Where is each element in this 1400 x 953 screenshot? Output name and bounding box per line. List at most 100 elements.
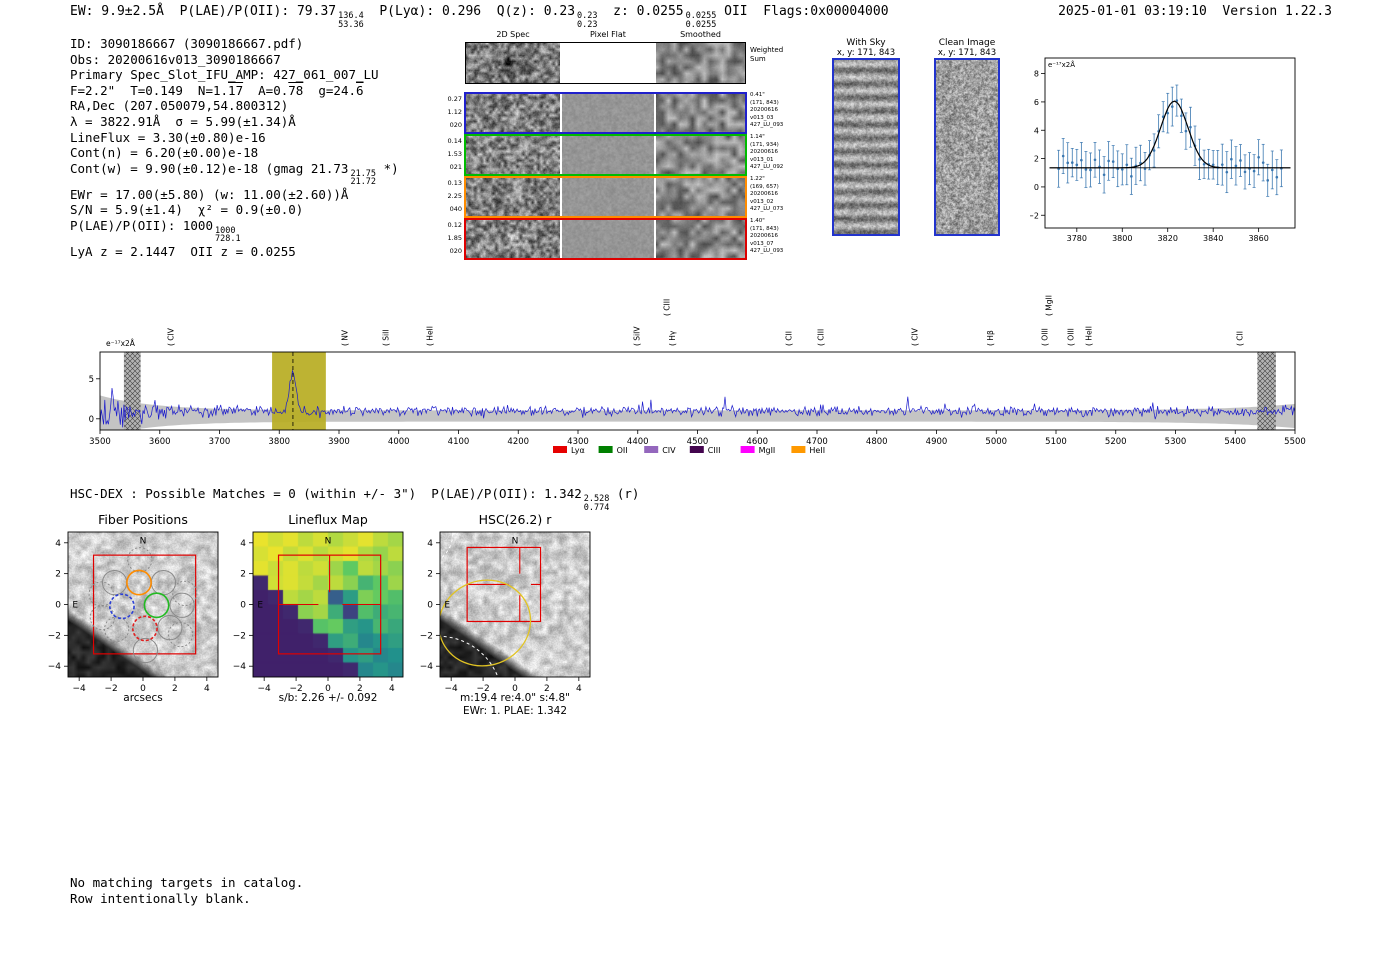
hsc-cutout-image xyxy=(440,532,590,677)
spec2d-row-left-labels: 0.13 2.25 040 xyxy=(438,177,462,215)
y-tick-label: 4 xyxy=(1034,126,1039,135)
spec2d-image xyxy=(562,220,654,258)
with-sky-frame xyxy=(832,58,900,236)
y-tick-label: 6 xyxy=(1034,98,1039,107)
x-tick-label: 3820 xyxy=(1158,234,1178,243)
spec2d-image xyxy=(656,178,745,216)
data-point xyxy=(1152,149,1156,152)
data-point xyxy=(1189,125,1192,129)
emission-line-label: ( MgII xyxy=(1044,295,1053,316)
spec2d-image xyxy=(466,178,560,216)
left-label-value: 1.53 xyxy=(447,149,462,158)
spec2d-image xyxy=(656,220,745,258)
data-point xyxy=(1234,164,1238,168)
y-tick-label: 2 xyxy=(427,570,433,580)
hsc-cutout-xlabel2: EWr: 1. PLAE: 1.342 xyxy=(462,705,568,717)
fraction-bottom: 0.774 xyxy=(583,502,610,513)
spectrum-plot-area xyxy=(100,352,1295,430)
spec2d-image xyxy=(656,136,745,174)
y-axis-label: e⁻¹⁷x2Å xyxy=(1048,60,1075,69)
y-tick-label: 2 xyxy=(55,570,61,580)
spec2d-row xyxy=(464,176,747,218)
data-point xyxy=(1275,175,1279,179)
hsc-matches-line: HSC-DEX : Possible Matches = 0 (within +… xyxy=(70,486,639,512)
fit-plot-area xyxy=(1049,84,1291,197)
info-line: λ = 3822.91Å σ = 5.99(±1.34)Å xyxy=(70,114,399,130)
emission-line-label: ( OIII xyxy=(1041,328,1050,346)
emission-line-label: ( CIV xyxy=(167,327,176,346)
spec2d-image xyxy=(466,94,560,132)
x-tick-label: 5300 xyxy=(1165,437,1187,447)
hsc-cutout-title: HSC(26.2) r xyxy=(478,512,552,527)
right-label-value: (171, 934) xyxy=(750,141,779,148)
clean-image-image xyxy=(936,60,998,234)
data-point xyxy=(1084,168,1088,171)
fraction-stack: 2.528 0.774 xyxy=(584,495,610,512)
x-tick-label: 3600 xyxy=(149,437,171,447)
info-line: LyA z = 2.1447 OII z = 0.0255 xyxy=(70,244,399,260)
y-tick-label: 0 xyxy=(1034,183,1039,192)
legend-swatch xyxy=(689,446,704,453)
lineflux-map-title: Lineflux Map xyxy=(288,512,368,527)
data-point xyxy=(1125,163,1129,167)
footer-line: No matching targets in catalog. xyxy=(70,875,304,890)
data-point xyxy=(1120,168,1124,171)
y-tick-label: 2 xyxy=(1034,155,1039,164)
info-line: Primary Spec_Slot_IFU_AMP: 427_061_007_L… xyxy=(70,67,399,83)
data-point xyxy=(1093,158,1097,162)
spec2d-col-header: Pixel Flat xyxy=(590,30,626,39)
text-segment: EW: 9.9±2.5Å P(LAE)/P(OII): 79.37 xyxy=(70,4,337,19)
legend-swatch xyxy=(740,446,755,453)
x-tick-label: 3800 xyxy=(268,437,290,447)
text-segment: Obs: 20200616v013_3090186667 xyxy=(70,51,281,67)
spec2d-row-right-labels: 1.22" (169, 657) 20200616 v013_02 427_LU_073 xyxy=(750,176,798,214)
emission-line-label: ( SiIV xyxy=(633,326,642,346)
emission-line-label: ( Hγ xyxy=(668,330,677,346)
clean-image-title: Clean Image xyxy=(938,38,996,48)
spec2d-image xyxy=(655,43,745,83)
y-tick-label: 4 xyxy=(240,539,246,549)
left-label-value: 1.85 xyxy=(447,233,462,242)
weighted-sum-line: Sum xyxy=(750,54,766,63)
spec2d-row-left-labels: 0.14 1.53 021 xyxy=(438,135,462,173)
emission-line-label: ( CIII xyxy=(817,329,826,346)
legend-swatch xyxy=(791,446,806,453)
data-point xyxy=(1107,159,1110,163)
right-label-value: 20200616 xyxy=(750,233,778,240)
spec2d-image xyxy=(466,220,560,258)
text-segment: 17 xyxy=(228,82,244,98)
spec2d-row xyxy=(464,92,747,134)
data-point xyxy=(1184,129,1188,133)
text-segment: z: 0.0255 xyxy=(597,4,684,19)
emission-line-label: ( CII xyxy=(1236,331,1245,346)
with-sky-image xyxy=(834,60,898,234)
footer-line: Row intentionally blank. xyxy=(70,890,251,906)
x-tick-label: 4400 xyxy=(627,437,649,447)
text-segment: P(Lyα): 0.296 Q(z): 0.23 xyxy=(363,4,576,19)
fiber-positions-xlabel: arcsecs xyxy=(123,692,163,704)
right-label-value: 20200616 xyxy=(750,149,778,156)
highlight-band xyxy=(272,352,326,430)
right-label-value: 427_LU_073 xyxy=(750,206,784,213)
right-label-value: 427_LU_093 xyxy=(750,248,784,255)
emission-line-label: ( HeII xyxy=(1084,326,1093,346)
x-tick-label: 4100 xyxy=(448,437,470,447)
fraction-stack: 0.0255 0.0255 xyxy=(686,12,717,29)
data-point xyxy=(1089,168,1092,172)
spec2d-row-right-labels: 0.41" (171, 843) 20200616 v013_03 427_LU_093 xyxy=(750,92,798,130)
x-tick-label: 3860 xyxy=(1248,234,1268,243)
text-segment: (r) xyxy=(609,486,640,501)
clean-image-frame xyxy=(934,58,1000,236)
spec2d-image xyxy=(562,94,654,132)
spec2d-row-left-labels: 0.27 1.12 020 xyxy=(438,93,462,131)
spec2d-image xyxy=(656,94,745,132)
info-line: EWr = 17.00(±5.80) (w: 11.00(±2.60))Å xyxy=(70,187,399,203)
fraction-stack: 0.23 0.23 xyxy=(577,12,597,29)
spec2d-row xyxy=(464,218,747,260)
x-tick-label: 4800 xyxy=(866,437,888,447)
y-tick-label: −2 xyxy=(233,631,246,641)
text-segment: 6 xyxy=(356,82,364,98)
right-label-value: 1.40" xyxy=(750,218,765,224)
left-label-value: 0.27 xyxy=(447,95,462,103)
y-tick-label: 0 xyxy=(240,601,246,611)
